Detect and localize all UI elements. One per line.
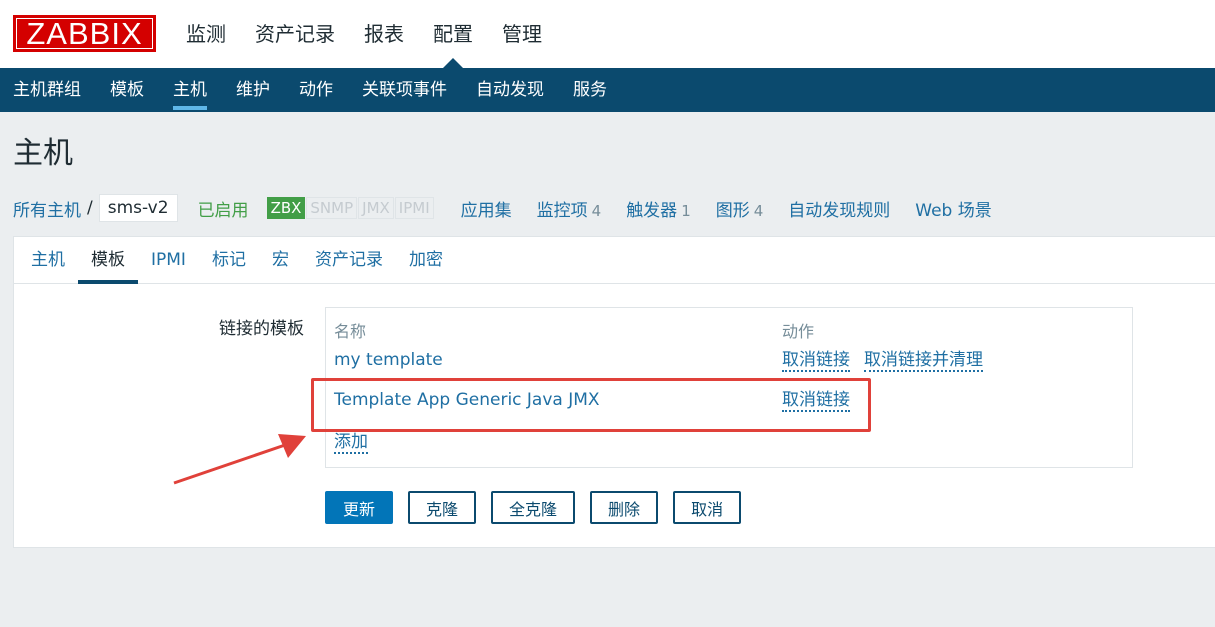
tab-encryption[interactable]: 加密 — [396, 238, 456, 282]
sub-nav-templates[interactable]: 模板 — [110, 68, 144, 112]
sub-nav-discovery[interactable]: 自动发现 — [476, 68, 544, 112]
form-buttons: 更新 克隆 全克隆 删除 取消 — [325, 491, 756, 524]
link-discovery-rules[interactable]: 自动发现规则 — [788, 196, 890, 221]
top-header: ZABBIX 监测 资产记录 报表 配置 管理 — [0, 0, 1215, 68]
availability-badges: ZBX SNMP JMX IPMI — [266, 197, 435, 219]
unlink-button[interactable]: 取消链接 — [782, 350, 850, 372]
link-applications-label: 应用集 — [460, 200, 512, 221]
sub-nav-services[interactable]: 服务 — [573, 68, 607, 112]
link-applications[interactable]: 应用集 — [461, 196, 512, 221]
template-name-link[interactable]: my template — [334, 350, 443, 370]
link-graphs[interactable]: 图形 4 — [716, 196, 764, 221]
update-button[interactable]: 更新 — [325, 491, 394, 524]
availability-zbx: ZBX — [266, 197, 306, 219]
column-header-name: 名称 — [334, 322, 367, 341]
tab-tags[interactable]: 标记 — [199, 238, 259, 282]
main-nav-reports[interactable]: 报表 — [364, 20, 404, 48]
breadcrumb-host: sms-v2 — [98, 194, 178, 222]
cancel-button[interactable]: 取消 — [673, 491, 742, 524]
link-graphs-count: 4 — [753, 201, 764, 220]
delete-button[interactable]: 删除 — [590, 491, 659, 524]
link-items-label: 监控项 — [536, 200, 588, 221]
main-nav-inventory[interactable]: 资产记录 — [255, 20, 335, 48]
tab-templates[interactable]: 模板 — [78, 238, 138, 284]
sub-nav: 主机群组 模板 主机 维护 动作 关联项事件 自动发现 服务 — [0, 68, 1215, 112]
link-web-scenarios[interactable]: Web 场景 — [915, 196, 991, 221]
tab-inventory[interactable]: 资产记录 — [302, 238, 396, 282]
sub-nav-hosts[interactable]: 主机 — [173, 68, 207, 112]
annotation-arrow-icon — [173, 434, 306, 485]
availability-ipmi: IPMI — [394, 197, 434, 219]
link-web-scenarios-label: Web 场景 — [915, 200, 992, 221]
link-triggers-label: 触发器 — [626, 200, 678, 221]
full-clone-button[interactable]: 全克隆 — [491, 491, 576, 524]
link-triggers[interactable]: 触发器 1 — [626, 196, 691, 221]
linked-templates-label: 链接的模板 — [219, 319, 304, 339]
main-nav-configuration[interactable]: 配置 — [433, 20, 473, 48]
breadcrumb-separator: / — [87, 198, 93, 218]
tab-macros[interactable]: 宏 — [259, 238, 302, 282]
link-graphs-label: 图形 — [715, 200, 750, 221]
annotation-highlight-box — [311, 378, 871, 432]
tab-host[interactable]: 主机 — [18, 238, 78, 282]
main-nav-administration[interactable]: 管理 — [502, 20, 542, 48]
availability-jmx: JMX — [358, 197, 394, 219]
main-nav: 监测 资产记录 报表 配置 管理 — [186, 20, 571, 48]
host-status-enabled[interactable]: 已启用 — [198, 196, 249, 221]
host-tabs: 主机 模板 IPMI 标记 宏 资产记录 加密 — [14, 237, 1215, 284]
page-title: 主机 — [13, 136, 73, 171]
breadcrumb: 所有主机 / sms-v2 已启用 ZBX SNMP JMX IPMI 应用集 … — [13, 190, 1017, 226]
add-template-link[interactable]: 添加 — [334, 432, 368, 454]
sub-nav-actions[interactable]: 动作 — [299, 68, 333, 112]
link-items[interactable]: 监控项 4 — [537, 196, 602, 221]
sub-nav-correlation[interactable]: 关联项事件 — [362, 68, 447, 112]
unlink-and-clear-button[interactable]: 取消链接并清理 — [864, 350, 983, 372]
main-nav-monitoring[interactable]: 监测 — [186, 20, 226, 48]
zabbix-logo[interactable]: ZABBIX — [13, 15, 156, 52]
tab-ipmi[interactable]: IPMI — [138, 238, 199, 282]
sub-nav-host-groups[interactable]: 主机群组 — [13, 68, 81, 112]
column-header-action: 动作 — [782, 322, 815, 341]
availability-snmp: SNMP — [306, 197, 358, 219]
sub-nav-maintenance[interactable]: 维护 — [236, 68, 270, 112]
link-items-count: 4 — [591, 201, 602, 220]
link-discovery-rules-label: 自动发现规则 — [788, 200, 891, 221]
breadcrumb-all-hosts[interactable]: 所有主机 — [13, 196, 81, 221]
clone-button[interactable]: 克隆 — [408, 491, 477, 524]
link-triggers-count: 1 — [681, 201, 691, 220]
